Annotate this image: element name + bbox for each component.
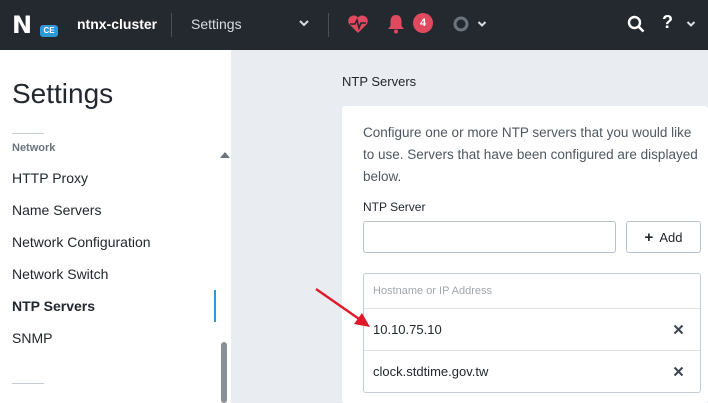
help-icon[interactable]: ? [662,12,673,33]
ntp-server-label: NTP Server [363,200,426,214]
ntp-settings-card: Configure one or more NTP servers that y… [342,106,708,403]
divider [12,133,44,134]
sidebar-item-ntp-servers[interactable]: NTP Servers [0,290,216,322]
server-address: 10.10.75.10 [373,322,442,337]
plus-icon: + [644,228,654,246]
search-icon[interactable] [627,15,645,33]
ntp-server-input[interactable] [363,221,616,253]
settings-sidebar: Settings Network HTTP Proxy Name Servers… [0,50,231,403]
ntp-description: Configure one or more NTP servers that y… [363,125,698,184]
sidebar-title: Settings [12,78,114,109]
scrollbar-thumb[interactable] [221,342,227,403]
status-circle-icon[interactable] [453,16,469,32]
nutanix-logo[interactable]: N CE [12,13,60,37]
add-button[interactable]: + Add [626,221,701,253]
add-button-label: Add [659,229,683,245]
top-bar: N CE ntnx-cluster Settings 4 ? [0,0,708,50]
logo-ce-badge: CE [40,25,58,37]
list-header: Hostname or IP Address [364,274,700,309]
chevron-down-icon[interactable] [686,19,696,29]
group-label-network: Network [12,142,56,154]
close-icon[interactable] [673,324,684,335]
divider [12,383,44,384]
list-item: clock.stdtime.gov.tw [364,351,700,392]
sidebar-item-name-servers[interactable]: Name Servers [0,194,216,226]
sidebar-item-http-proxy[interactable]: HTTP Proxy [0,162,216,194]
heart-icon[interactable] [347,14,369,34]
ntp-server-list: Hostname or IP Address 10.10.75.10 clock… [363,273,701,393]
sidebar-item-network-configuration[interactable]: Network Configuration [0,226,216,258]
scroll-up-arrow-icon[interactable] [220,152,230,158]
alert-count-badge[interactable]: 4 [413,13,433,33]
divider [328,13,329,37]
close-icon[interactable] [673,366,684,377]
list-item: 10.10.75.10 [364,309,700,351]
bell-icon[interactable] [387,14,405,34]
annotation-arrow-icon [315,288,370,327]
page-title: NTP Servers [342,74,417,89]
section-menu[interactable]: Settings [191,16,242,32]
cluster-name[interactable]: ntnx-cluster [77,16,157,32]
chevron-down-icon[interactable] [298,17,310,29]
divider [171,13,172,37]
sidebar-scrollbar[interactable] [218,150,231,403]
sidebar-item-network-switch[interactable]: Network Switch [0,258,216,290]
sidebar-item-snmp[interactable]: SNMP [0,322,216,354]
logo-mark: N [12,11,32,39]
server-address: clock.stdtime.gov.tw [373,364,489,379]
chevron-down-icon[interactable] [477,19,487,29]
